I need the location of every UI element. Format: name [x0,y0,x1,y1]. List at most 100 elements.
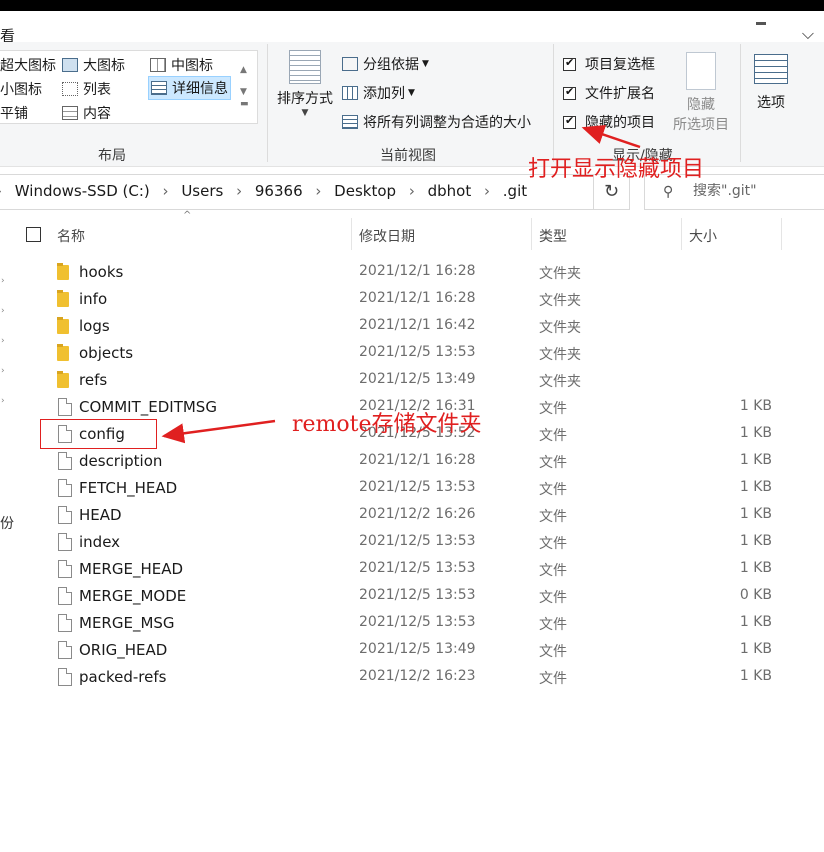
table-row[interactable]: FETCH_HEAD 2021/12/5 13:53 文件 1 KB [20,475,800,502]
layout-medium-icons[interactable]: 中图标 [150,55,213,75]
file-size: 1 KB [739,614,772,630]
item-checkboxes-toggle[interactable]: 项目复选框 [563,54,655,74]
file-type: 文件夹 [539,320,581,336]
crumb-drive[interactable]: Windows-SSD (C:) [15,182,150,200]
crumb-users[interactable]: Users [181,182,223,200]
file-name: logs [79,317,110,335]
ribbon: 超大图标 大图标 中图标 小图标 列表 详细信息 平铺 内容 ▲ ▼ ▬ 布局 … [0,42,824,167]
file-extensions-toggle[interactable]: 文件扩展名 [563,83,655,103]
table-row[interactable]: logs 2021/12/1 16:42 文件夹 [20,313,800,340]
group-separator [740,44,741,162]
layout-small-icons[interactable]: 小图标 [0,79,42,99]
table-row[interactable]: refs 2021/12/5 13:49 文件夹 [20,367,800,394]
file-icon [58,614,72,632]
file-icon [58,560,72,578]
chevron-right-icon: › [0,182,2,200]
refresh-icon: ↻ [603,181,620,202]
annotation-highlight-box [40,419,157,449]
table-row[interactable]: HEAD 2021/12/2 16:26 文件 1 KB [20,502,800,529]
sort-by-button[interactable]: 排序方式 ▼ [272,50,338,130]
content-icon [62,106,78,120]
column-header-name[interactable]: 名称 [57,226,85,256]
hide-selected-icon [686,52,716,90]
column-header-type[interactable]: 类型 [539,226,567,256]
file-date: 2021/12/5 13:53 [359,587,476,603]
column-divider[interactable] [531,218,532,250]
options-icon [754,54,788,84]
file-size: 1 KB [739,560,772,576]
file-size: 1 KB [739,668,772,684]
layout-list[interactable]: 列表 [62,79,111,99]
column-divider[interactable] [351,218,352,250]
hidden-items-toggle[interactable]: 隐藏的项目 [563,112,655,132]
file-type: 文件 [539,590,567,606]
file-name: description [79,452,163,470]
file-icon [58,641,72,659]
window-top-strip [0,0,824,11]
file-icon [58,506,72,524]
crumb-user[interactable]: 96366 [255,182,303,200]
folder-icon [57,344,69,361]
expand-arrow-icon[interactable]: › [1,336,5,346]
column-header-date[interactable]: 修改日期 [359,226,415,256]
column-header-size[interactable]: 大小 [689,226,717,256]
layout-large-icons[interactable]: 大图标 [62,55,125,75]
file-icon [58,668,72,686]
breadcrumb: › Windows-SSD (C:) › Users › 96366 › Des… [0,182,527,200]
table-row[interactable]: index 2021/12/5 13:53 文件 1 KB [20,529,800,556]
checkbox-checked-icon[interactable] [563,56,576,71]
expand-arrow-icon[interactable]: › [1,306,5,316]
fit-columns-button[interactable]: 将所有列调整为合适的大小 [342,112,531,132]
expand-arrow-icon[interactable]: › [1,396,5,406]
table-row[interactable]: description 2021/12/1 16:28 文件 1 KB [20,448,800,475]
file-type: 文件夹 [539,293,581,309]
column-divider[interactable] [781,218,782,250]
crumb-git[interactable]: .git [503,182,527,200]
table-row[interactable]: ORIG_HEAD 2021/12/5 13:49 文件 1 KB [20,637,800,664]
file-size: 1 KB [739,641,772,657]
table-row[interactable]: objects 2021/12/5 13:53 文件夹 [20,340,800,367]
folder-icon [57,290,69,307]
table-row[interactable]: packed-refs 2021/12/2 16:23 文件 1 KB [20,664,800,691]
layout-content[interactable]: 内容 [62,103,111,123]
table-row[interactable]: info 2021/12/1 16:28 文件夹 [20,286,800,313]
options-button[interactable]: 选项 [748,50,794,130]
nav-item-fragment[interactable]: 份 [0,513,14,533]
chevron-right-icon: › [408,182,415,200]
hide-selected-button[interactable]: 隐藏 所选项目 [666,50,736,133]
large-icons-icon [62,58,78,72]
file-name: FETCH_HEAD [79,479,178,497]
group-separator [553,44,554,162]
layout-gallery-scroll[interactable]: ▲ ▼ ▬ [240,61,254,131]
expand-arrow-icon[interactable]: › [1,366,5,376]
file-date: 2021/12/5 13:53 [359,560,476,576]
table-row[interactable]: MERGE_MODE 2021/12/5 13:53 文件 0 KB [20,583,800,610]
chevron-down-icon: ▼ [408,88,415,98]
column-divider[interactable] [681,218,682,250]
file-date: 2021/12/5 13:49 [359,641,476,657]
fit-columns-icon [342,115,358,129]
file-name: objects [79,344,134,362]
collapse-ribbon-icon[interactable]: ⌵ [802,24,814,44]
file-type: 文件 [539,455,567,471]
chevron-down-icon: ▼ [301,108,309,118]
file-size: 1 KB [739,506,772,522]
crumb-dbhot[interactable]: dbhot [428,182,472,200]
add-column-button[interactable]: 添加列 ▼ [342,83,415,103]
table-row[interactable]: MERGE_MSG 2021/12/5 13:53 文件 1 KB [20,610,800,637]
checkbox-checked-icon[interactable] [563,85,576,100]
layout-extra-large-icons[interactable]: 超大图标 [0,55,56,75]
expand-arrow-icon[interactable]: › [1,276,5,286]
search-input[interactable] [693,183,818,199]
select-all-checkbox[interactable] [26,227,41,242]
layout-tiles[interactable]: 平铺 [0,103,28,123]
file-type: 文件 [539,428,567,444]
group-by-button[interactable]: 分组依据 ▼ [342,54,429,74]
layout-details[interactable]: 详细信息 [148,76,231,100]
table-row[interactable]: MERGE_HEAD 2021/12/5 13:53 文件 1 KB [20,556,800,583]
table-row[interactable]: hooks 2021/12/1 16:28 文件夹 [20,259,800,286]
crumb-desktop[interactable]: Desktop [334,182,396,200]
minimize-icon[interactable] [756,22,766,25]
checkbox-checked-icon[interactable] [563,114,576,129]
file-name: COMMIT_EDITMSG [79,398,217,416]
